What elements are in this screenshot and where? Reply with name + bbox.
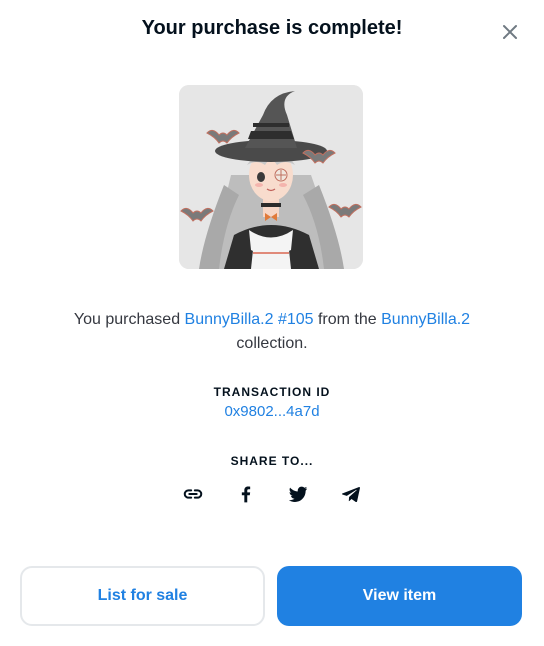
modal-title: Your purchase is complete! bbox=[141, 17, 403, 39]
view-item-button[interactable]: View item bbox=[277, 566, 522, 626]
share-link-button[interactable] bbox=[180, 481, 206, 507]
telegram-icon bbox=[341, 487, 360, 503]
facebook-icon bbox=[241, 486, 250, 503]
transaction-id-wrapper: 0x9802...4a7d bbox=[0, 403, 544, 420]
nft-artwork-image bbox=[179, 85, 363, 269]
transaction-id-link[interactable]: 0x9802...4a7d bbox=[224, 403, 319, 420]
close-button[interactable] bbox=[498, 20, 522, 44]
share-buttons bbox=[170, 481, 374, 507]
item-link[interactable]: BunnyBilla.2 #105 bbox=[185, 311, 314, 328]
close-icon bbox=[503, 25, 517, 39]
list-for-sale-button[interactable]: List for sale bbox=[20, 566, 265, 626]
link-icon bbox=[183, 489, 203, 499]
twitter-icon bbox=[289, 486, 308, 502]
message-middle: from the bbox=[317, 311, 377, 328]
message-suffix: collection. bbox=[236, 335, 308, 352]
transaction-id-label: TRANSACTION ID bbox=[213, 385, 331, 399]
share-telegram-button[interactable] bbox=[338, 481, 364, 507]
purchase-message: You purchased BunnyBilla.2 #105 from the… bbox=[40, 308, 504, 356]
share-label: SHARE TO... bbox=[230, 454, 314, 468]
message-prefix: You purchased bbox=[73, 311, 181, 328]
modal-header: Your purchase is complete! bbox=[0, 0, 544, 62]
collection-link[interactable]: BunnyBilla.2 bbox=[381, 311, 470, 328]
share-twitter-button[interactable] bbox=[285, 481, 311, 507]
purchase-complete-modal: Your purchase is complete! You purchased… bbox=[0, 0, 544, 646]
share-facebook-button[interactable] bbox=[233, 481, 259, 507]
nft-artwork[interactable] bbox=[179, 85, 363, 269]
